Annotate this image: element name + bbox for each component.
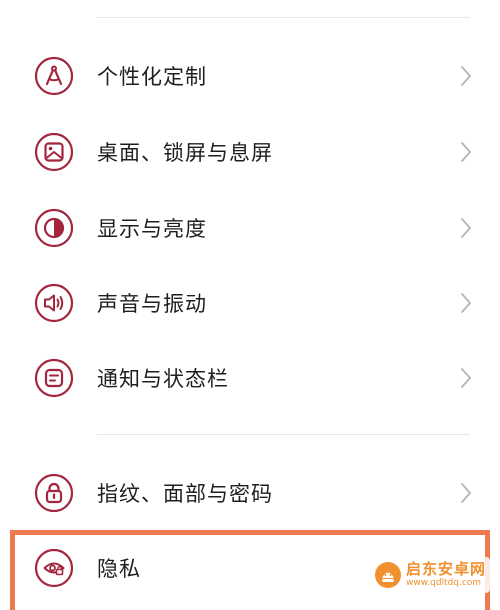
settings-item-label: 显示与亮度 <box>97 217 207 241</box>
chevron-right-icon <box>460 141 472 163</box>
settings-item-desktop-lockscreen[interactable]: 桌面、锁屏与息屏 <box>0 114 500 190</box>
settings-item-fingerprint-face-password[interactable]: 指纹、面部与密码 <box>0 455 500 531</box>
settings-item-sound-vibration[interactable]: 声音与振动 <box>0 265 500 341</box>
notification-icon <box>34 358 74 398</box>
speaker-icon <box>34 283 74 323</box>
chevron-right-icon <box>460 217 472 239</box>
settings-item-label: 个性化定制 <box>97 65 207 89</box>
watermark-logo-icon <box>374 561 402 589</box>
watermark: 启东安卓网 www.qdltdq.com <box>369 557 490 593</box>
chevron-right-icon <box>460 482 472 504</box>
divider-top <box>97 17 470 18</box>
settings-item-label: 桌面、锁屏与息屏 <box>97 141 273 165</box>
chevron-right-icon <box>460 65 472 87</box>
chevron-right-icon <box>460 367 472 389</box>
watermark-title: 启东安卓网 <box>405 560 486 578</box>
settings-item-label: 声音与振动 <box>97 292 207 316</box>
settings-item-personalization[interactable]: 个性化定制 <box>0 38 500 114</box>
settings-item-display-brightness[interactable]: 显示与亮度 <box>0 190 500 266</box>
chevron-right-icon <box>460 292 472 314</box>
divider-section <box>97 434 470 435</box>
compass-icon <box>34 56 74 96</box>
contrast-icon <box>34 208 74 248</box>
settings-item-label: 通知与状态栏 <box>97 367 229 391</box>
watermark-url: www.qdltdq.com <box>405 578 482 588</box>
settings-item-label: 指纹、面部与密码 <box>97 482 273 506</box>
wallpaper-icon <box>34 132 74 172</box>
settings-item-notifications-statusbar[interactable]: 通知与状态栏 <box>0 340 500 416</box>
lock-icon <box>34 473 74 513</box>
